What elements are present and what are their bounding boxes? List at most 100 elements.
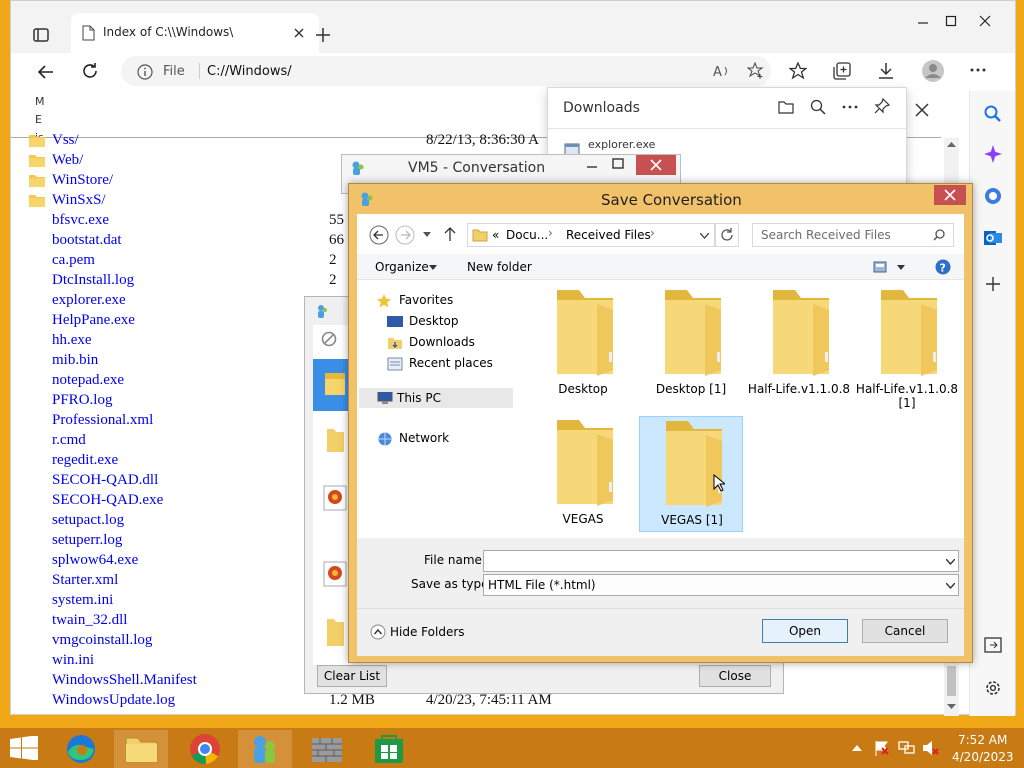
recent-dropdown-icon[interactable]: [423, 232, 431, 237]
new-folder-button[interactable]: New folder: [467, 260, 532, 274]
vm5-close-button[interactable]: [636, 155, 676, 175]
profile-avatar[interactable]: [921, 59, 945, 83]
cancel-button[interactable]: Cancel: [862, 619, 948, 643]
taskbar-edge-icon[interactable]: [54, 730, 108, 768]
save-type-select[interactable]: HTML File (*.html): [483, 574, 959, 596]
add-sidebar-icon[interactable]: [986, 277, 1000, 291]
info-icon[interactable]: [137, 64, 153, 80]
nav-up-icon[interactable]: [443, 226, 457, 242]
maximize-icon[interactable]: [945, 15, 957, 27]
taskbar-explorer-icon[interactable]: [114, 730, 168, 768]
nav-desktop[interactable]: Desktop: [409, 314, 459, 328]
folder-half-life-1[interactable]: Half-Life.v1.1.0.8 [1]: [855, 286, 959, 410]
file-link[interactable]: vmgcoinstall.log: [52, 632, 152, 649]
file-link[interactable]: hh.exe: [52, 332, 92, 349]
vm5-minimize-icon[interactable]: [586, 159, 598, 171]
folder-vegas-1[interactable]: VEGAS [1]: [639, 416, 743, 532]
favorites-icon[interactable]: [789, 62, 807, 80]
search-downloads-icon[interactable]: [810, 99, 826, 115]
taskbar-messenger-icon[interactable]: [238, 730, 292, 768]
office-icon[interactable]: [984, 187, 1002, 205]
folder-desktop-1[interactable]: Desktop [1]: [639, 286, 743, 402]
scroll-up-icon[interactable]: [947, 141, 956, 147]
folder-desktop[interactable]: Desktop: [531, 286, 635, 402]
file-link[interactable]: WindowsShell.Manifest: [52, 672, 197, 689]
vm5-maximize-icon[interactable]: [612, 158, 624, 170]
taskbar-firewall-icon[interactable]: [300, 730, 354, 768]
hide-folders-icon[interactable]: [370, 624, 386, 640]
downloads-icon[interactable]: [877, 62, 895, 80]
file-link[interactable]: Professional.xml: [52, 412, 153, 429]
file-link[interactable]: ca.pem: [52, 252, 95, 269]
read-aloud-icon[interactable]: A: [713, 63, 731, 79]
network-status-icon[interactable]: [898, 740, 916, 756]
file-link[interactable]: WinSxS/: [52, 192, 106, 209]
scroll-down-icon[interactable]: [947, 704, 956, 710]
transfer-close-button[interactable]: Close: [699, 665, 771, 687]
nav-forward-icon[interactable]: [395, 225, 415, 245]
file-link[interactable]: DtcInstall.log: [52, 272, 134, 289]
downloads-more-icon[interactable]: [842, 100, 858, 114]
nav-downloads[interactable]: Downloads: [409, 335, 475, 349]
file-link[interactable]: Vss/: [52, 132, 79, 149]
close-flyout-icon[interactable]: [915, 103, 929, 117]
save-dialog-close-button[interactable]: [934, 185, 966, 205]
nav-back-icon[interactable]: [369, 225, 389, 245]
minimize-icon[interactable]: [917, 15, 929, 27]
breadcrumb-documents[interactable]: Docu...: [506, 228, 548, 242]
address-url[interactable]: C://Windows/: [207, 64, 292, 79]
tab-windows-index[interactable]: Index of C:\\Windows\: [71, 13, 319, 53]
file-link[interactable]: WinStore/: [52, 172, 113, 189]
file-link[interactable]: mib.bin: [52, 352, 98, 369]
folder-vegas[interactable]: VEGAS: [531, 416, 635, 532]
open-button[interactable]: Open: [762, 619, 848, 643]
file-link[interactable]: bootstat.dat: [52, 232, 122, 249]
file-link[interactable]: system.ini: [52, 592, 113, 609]
file-link[interactable]: Web/: [52, 152, 83, 169]
file-link[interactable]: explorer.exe: [52, 292, 126, 309]
clock-date[interactable]: 4/20/2023: [952, 750, 1014, 764]
folder-half-life[interactable]: Half-Life.v1.1.0.8: [747, 286, 851, 402]
outlook-icon[interactable]: [984, 229, 1002, 247]
close-window-icon[interactable]: [979, 15, 991, 27]
search-icon[interactable]: [984, 105, 1002, 123]
nav-favorites[interactable]: Favorites: [399, 293, 453, 307]
organize-button[interactable]: Organize: [375, 260, 429, 274]
transfer-item-selected[interactable]: [313, 359, 353, 411]
refresh-button[interactable]: [715, 223, 739, 247]
file-link[interactable]: setuperr.log: [52, 532, 122, 549]
hide-folders-button[interactable]: Hide Folders: [390, 625, 465, 639]
filename-input[interactable]: [483, 550, 959, 572]
breadcrumb-dropdown-icon[interactable]: [700, 233, 709, 239]
file-link[interactable]: bfsvc.exe: [52, 212, 109, 229]
filename-dropdown-icon[interactable]: [946, 559, 955, 565]
breadcrumb-bar[interactable]: « Docu... › Received Files ›: [467, 223, 715, 247]
more-options-icon[interactable]: [969, 61, 987, 79]
download-item-name[interactable]: explorer.exe: [588, 138, 655, 151]
refresh-icon[interactable]: [81, 62, 99, 80]
save-type-dropdown-icon[interactable]: [946, 583, 955, 589]
file-link[interactable]: splwow64.exe: [52, 552, 138, 569]
action-center-flag-icon[interactable]: [874, 740, 890, 756]
file-link[interactable]: notepad.exe: [52, 372, 124, 389]
file-link[interactable]: twain_32.dll: [52, 612, 127, 629]
search-box[interactable]: Search Received Files: [752, 223, 954, 247]
clock-time[interactable]: 7:52 AM: [958, 733, 1007, 747]
close-tab-icon[interactable]: [293, 27, 305, 39]
taskbar-store-icon[interactable]: [362, 730, 416, 768]
back-icon[interactable]: [37, 63, 55, 81]
file-link[interactable]: WindowsUpdate.log: [52, 692, 175, 709]
volume-muted-icon[interactable]: [922, 740, 940, 756]
file-link[interactable]: HelpPane.exe: [52, 312, 135, 329]
clear-list-button[interactable]: Clear List: [317, 665, 387, 687]
cancel-icon[interactable]: [321, 331, 337, 347]
view-mode-icon[interactable]: [873, 260, 887, 274]
start-windows-icon[interactable]: [10, 736, 38, 760]
file-link[interactable]: Starter.xml: [52, 572, 118, 589]
copilot-icon[interactable]: [984, 145, 1002, 163]
help-icon[interactable]: ?: [935, 259, 951, 275]
nav-thispc-row[interactable]: This PC: [359, 388, 513, 408]
pin-icon[interactable]: [874, 98, 890, 114]
taskbar-chrome-icon[interactable]: [178, 730, 232, 768]
nav-network[interactable]: Network: [399, 431, 449, 445]
